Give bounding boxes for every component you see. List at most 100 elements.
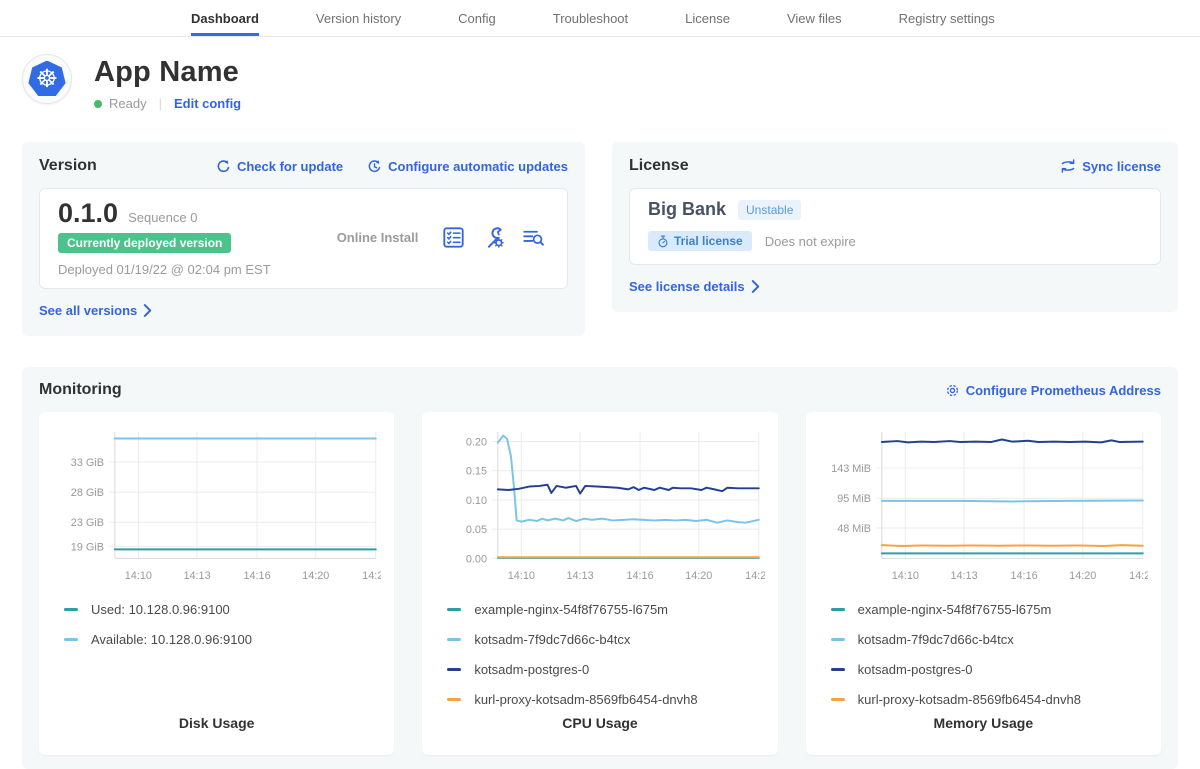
deployed-timestamp: Deployed 01/19/22 @ 02:04 pm EST	[58, 262, 313, 277]
cpu-usage-title: CPU Usage	[435, 715, 764, 739]
legend-item: kotsadm-postgres-0	[447, 662, 764, 677]
legend-label: kurl-proxy-kotsadm-8569fb6454-dnvh8	[474, 692, 697, 707]
svg-text:14:13: 14:13	[567, 570, 594, 582]
memory-usage-chart: 14:1014:1314:1614:2014:23143 MiB95 MiB48…	[819, 422, 1148, 590]
legend-item: Used: 10.128.0.96:9100	[64, 602, 381, 617]
svg-text:0.15: 0.15	[466, 466, 487, 478]
legend-item: kurl-proxy-kotsadm-8569fb6454-dnvh8	[447, 692, 764, 707]
monitoring-panel: Monitoring Configure Prometheus Address …	[22, 367, 1178, 769]
legend-color-dash	[447, 698, 461, 701]
license-expiry: Does not expire	[765, 234, 856, 249]
legend-color-dash	[447, 668, 461, 671]
legend-label: kotsadm-postgres-0	[474, 662, 589, 677]
svg-text:143 MiB: 143 MiB	[831, 463, 871, 475]
tab-config[interactable]: Config	[458, 0, 496, 36]
version-number: 0.1.0	[58, 198, 118, 229]
svg-text:0.20: 0.20	[466, 436, 487, 448]
license-panel: Big Bank Unstable Trial license Does not…	[629, 188, 1161, 265]
svg-text:33 GiB: 33 GiB	[71, 457, 104, 469]
legend-label: Used: 10.128.0.96:9100	[91, 602, 230, 617]
check-for-update-link[interactable]: Check for update	[216, 159, 343, 174]
legend-item: example-nginx-54f8f76755-l675m	[831, 602, 1148, 617]
disk-usage-chart-card: 14:1014:1314:1614:2014:2333 GiB28 GiB23 …	[39, 412, 394, 755]
legend-item: Available: 10.128.0.96:9100	[64, 632, 381, 647]
configure-prometheus-link[interactable]: Configure Prometheus Address	[945, 383, 1161, 398]
memory-usage-title: Memory Usage	[819, 715, 1148, 739]
svg-text:23 GiB: 23 GiB	[71, 517, 104, 529]
legend-label: kurl-proxy-kotsadm-8569fb6454-dnvh8	[858, 692, 1081, 707]
legend-label: kotsadm-7f9dc7d66c-b4tcx	[474, 632, 630, 647]
memory-usage-chart-card: 14:1014:1314:1614:2014:23143 MiB95 MiB48…	[806, 412, 1161, 755]
legend-item: kotsadm-7f9dc7d66c-b4tcx	[447, 632, 764, 647]
tab-license[interactable]: License	[685, 0, 730, 36]
legend-label: Available: 10.128.0.96:9100	[91, 632, 252, 647]
configure-automatic-updates-link[interactable]: Configure automatic updates	[367, 159, 568, 174]
see-license-details-label: See license details	[629, 279, 745, 294]
svg-text:14:23: 14:23	[362, 570, 381, 582]
app-status: Ready	[109, 96, 147, 111]
svg-text:48 MiB: 48 MiB	[837, 523, 871, 535]
svg-text:0.00: 0.00	[466, 553, 487, 565]
gear-icon	[945, 383, 960, 398]
svg-text:28 GiB: 28 GiB	[71, 487, 104, 499]
tab-version-history[interactable]: Version history	[316, 0, 401, 36]
see-all-versions-link[interactable]: See all versions	[39, 303, 152, 318]
svg-text:14:23: 14:23	[746, 570, 765, 582]
legend-color-dash	[447, 608, 461, 611]
svg-text:14:16: 14:16	[1010, 570, 1037, 582]
svg-text:14:16: 14:16	[627, 570, 654, 582]
see-all-versions-label: See all versions	[39, 303, 137, 318]
svg-text:14:20: 14:20	[1069, 570, 1096, 582]
channel-badge: Unstable	[738, 200, 801, 220]
legend-item: example-nginx-54f8f76755-l675m	[447, 602, 764, 617]
tab-troubleshoot[interactable]: Troubleshoot	[553, 0, 628, 36]
version-sequence: Sequence 0	[128, 210, 197, 225]
edit-config-link[interactable]: Edit config	[174, 96, 241, 111]
trial-license-label: Trial license	[674, 234, 743, 248]
legend-color-dash	[64, 638, 78, 641]
svg-text:14:13: 14:13	[950, 570, 977, 582]
legend-color-dash	[831, 638, 845, 641]
disk-usage-legend: Used: 10.128.0.96:9100 Available: 10.128.…	[52, 602, 381, 647]
legend-item: kotsadm-postgres-0	[831, 662, 1148, 677]
chevron-right-icon	[751, 280, 760, 293]
svg-text:14:10: 14:10	[508, 570, 535, 582]
app-title: App Name	[94, 56, 241, 89]
tab-dashboard[interactable]: Dashboard	[191, 0, 259, 36]
legend-item: kotsadm-7f9dc7d66c-b4tcx	[831, 632, 1148, 647]
disk-usage-chart: 14:1014:1314:1614:2014:2333 GiB28 GiB23 …	[52, 422, 381, 590]
deployed-version-panel: 0.1.0 Sequence 0 Currently deployed vers…	[39, 188, 568, 289]
license-card-title: License	[629, 157, 689, 175]
tab-view-files[interactable]: View files	[787, 0, 842, 36]
divider: |	[159, 96, 162, 111]
refresh-icon	[216, 159, 231, 174]
see-license-details-link[interactable]: See license details	[629, 279, 760, 294]
license-card: License Sync license Big Bank Unstable	[612, 142, 1178, 312]
app-header: ☸ App Name Ready | Edit config	[0, 37, 1200, 111]
tab-registry-settings[interactable]: Registry settings	[899, 0, 995, 36]
svg-text:14:23: 14:23	[1129, 570, 1148, 582]
monitoring-title: Monitoring	[39, 381, 122, 399]
svg-text:95 MiB: 95 MiB	[837, 493, 871, 505]
configure-automatic-updates-label: Configure automatic updates	[388, 159, 568, 174]
legend-color-dash	[64, 608, 78, 611]
svg-text:0.05: 0.05	[466, 524, 487, 536]
legend-color-dash	[831, 608, 845, 611]
legend-color-dash	[831, 698, 845, 701]
svg-text:14:20: 14:20	[685, 570, 712, 582]
top-nav: Dashboard Version history Config Trouble…	[0, 0, 1200, 37]
sync-license-link[interactable]: Sync license	[1060, 159, 1161, 174]
chevron-right-icon	[143, 304, 152, 317]
preflight-checks-icon[interactable]	[442, 226, 465, 249]
legend-label: kotsadm-7f9dc7d66c-b4tcx	[858, 632, 1014, 647]
app-logo: ☸	[22, 54, 72, 104]
view-logs-icon[interactable]	[522, 226, 545, 249]
config-tools-icon[interactable]	[482, 226, 505, 249]
trial-license-badge: Trial license	[648, 231, 752, 251]
configure-prometheus-label: Configure Prometheus Address	[966, 383, 1161, 398]
customer-name: Big Bank	[648, 199, 726, 220]
legend-item: kurl-proxy-kotsadm-8569fb6454-dnvh8	[831, 692, 1148, 707]
svg-text:19 GiB: 19 GiB	[71, 541, 104, 553]
legend-color-dash	[831, 668, 845, 671]
svg-text:0.10: 0.10	[466, 495, 487, 507]
